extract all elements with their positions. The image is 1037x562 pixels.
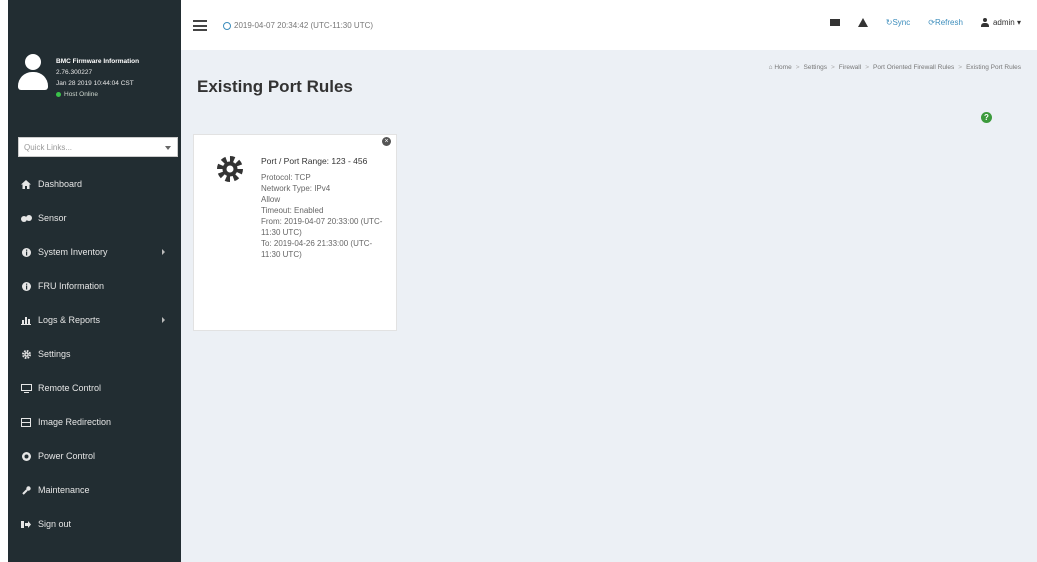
delete-rule-icon[interactable]: × [382,137,391,146]
quick-links-placeholder: Quick Links... [24,143,73,152]
info-icon [19,247,33,257]
date-time: 2019-04-07 20:34:42 (UTC-11:30 UTC) [223,21,373,30]
rule-details: Port / Port Range: 123 - 456 Protocol: T… [261,153,386,260]
sidebar-item-label: Sensor [38,213,67,223]
image-icon [19,417,33,427]
port-rule-card[interactable]: × Port / Port Range: 123 - 456 Protocol:… [193,134,397,331]
sidebar-item-sign-out[interactable]: Sign out [8,507,181,541]
sidebar-item-settings[interactable]: Settings [8,337,181,371]
chevron-right-icon [162,249,165,255]
top-bar: 2019-04-07 20:34:42 (UTC-11:30 UTC) ↻Syn… [181,0,1037,50]
sidebar-item-fru-information[interactable]: FRU Information [8,269,181,303]
avatar [18,54,48,92]
online-dot-icon [56,91,61,97]
info-icon [19,281,33,291]
gear-icon [19,349,33,359]
sidebar-item-logs-reports[interactable]: Logs & Reports [8,303,181,337]
firmware-build-date: Jan 28 2019 10:44:04 CST [56,80,134,87]
chart-icon [19,315,33,325]
sidebar-item-label: Settings [38,349,71,359]
sidebar-item-maintenance[interactable]: Maintenance [8,473,181,507]
sidebar-item-label: FRU Information [38,281,105,291]
mail-icon[interactable] [829,19,840,26]
firmware-info: BMC Firmware Information 2.76.300227 Jan… [56,56,139,100]
chevron-down-icon [165,146,171,150]
breadcrumb-settings[interactable]: Settings [804,64,828,71]
menu-toggle-icon[interactable] [193,20,207,31]
refresh-label: Refresh [934,18,963,27]
breadcrumb-home[interactable]: Home [774,64,791,71]
rule-port-range: Port / Port Range: 123 - 456 [261,156,368,166]
help-icon[interactable]: ? [981,112,992,123]
clock-icon [223,21,231,30]
sidebar-item-label: Logs & Reports [38,315,101,325]
sidebar-item-label: Sign out [38,519,72,529]
sidebar-item-image-redirection[interactable]: Image Redirection [8,405,181,439]
sidebar: BMC Firmware Information 2.76.300227 Jan… [8,0,181,562]
breadcrumb: ⌂ Home > Settings > Firewall > Port Orie… [768,64,1021,71]
sidebar-item-label: System Inventory [38,247,108,257]
breadcrumb-firewall[interactable]: Firewall [839,64,861,71]
chevron-right-icon [162,317,165,323]
quick-links-select[interactable]: Quick Links... [18,137,178,157]
rule-network-type: Network Type: IPv4 [261,184,331,193]
main-content: Existing Port Rules ⌂ Home > Settings > … [181,50,1037,562]
warning-icon[interactable] [857,18,868,27]
user-menu[interactable]: admin ▾ [980,18,1021,27]
firmware-version: 2.76.300227 [56,69,93,76]
top-actions: ↻Sync ⟳Refresh admin ▾ [812,18,1021,27]
sidebar-item-label: Maintenance [38,485,90,495]
rule-action: Allow [261,195,281,204]
sync-label: Sync [892,18,911,27]
rule-from: From: 2019-04-07 20:33:00 (UTC-11:30 UTC… [261,217,383,237]
sync-button[interactable]: ↻Sync [886,18,911,27]
sidebar-nav: Dashboard Sensor System Inventory FRU In… [8,167,181,541]
rule-to: To: 2019-04-26 21:33:00 (UTC-11:30 UTC) [261,239,373,259]
sidebar-item-label: Power Control [38,451,96,461]
breadcrumb-port-rules[interactable]: Port Oriented Firewall Rules [873,64,954,71]
power-icon [19,451,33,461]
refresh-button[interactable]: ⟳Refresh [928,18,963,27]
sidebar-item-power-control[interactable]: Power Control [8,439,181,473]
host-status-label: Host Online [64,91,98,98]
sidebar-item-sensor[interactable]: Sensor [8,201,181,235]
sidebar-item-label: Remote Control [38,383,102,393]
dashboard-icon [19,179,33,189]
sidebar-item-system-inventory[interactable]: System Inventory [8,235,181,269]
profile-panel: BMC Firmware Information 2.76.300227 Jan… [8,50,181,122]
wrench-icon [19,485,33,495]
sensor-icon [19,213,33,223]
user-icon [980,18,989,27]
rule-protocol: Protocol: TCP [261,173,311,182]
host-status: Host Online [56,89,139,100]
page-title: Existing Port Rules [197,77,353,96]
gear-icon [217,156,243,182]
sidebar-item-label: Dashboard [38,179,83,189]
rule-timeout: Timeout: Enabled [261,206,324,215]
sidebar-item-remote-control[interactable]: Remote Control [8,371,181,405]
date-time-label: 2019-04-07 20:34:42 (UTC-11:30 UTC) [234,21,374,30]
signout-icon [19,519,33,529]
sidebar-item-dashboard[interactable]: Dashboard [8,167,181,201]
user-label: admin [992,18,1015,27]
breadcrumb-current: Existing Port Rules [966,64,1021,71]
firmware-title: BMC Firmware Information [56,58,140,65]
monitor-icon [19,383,33,393]
sidebar-item-label: Image Redirection [38,417,112,427]
